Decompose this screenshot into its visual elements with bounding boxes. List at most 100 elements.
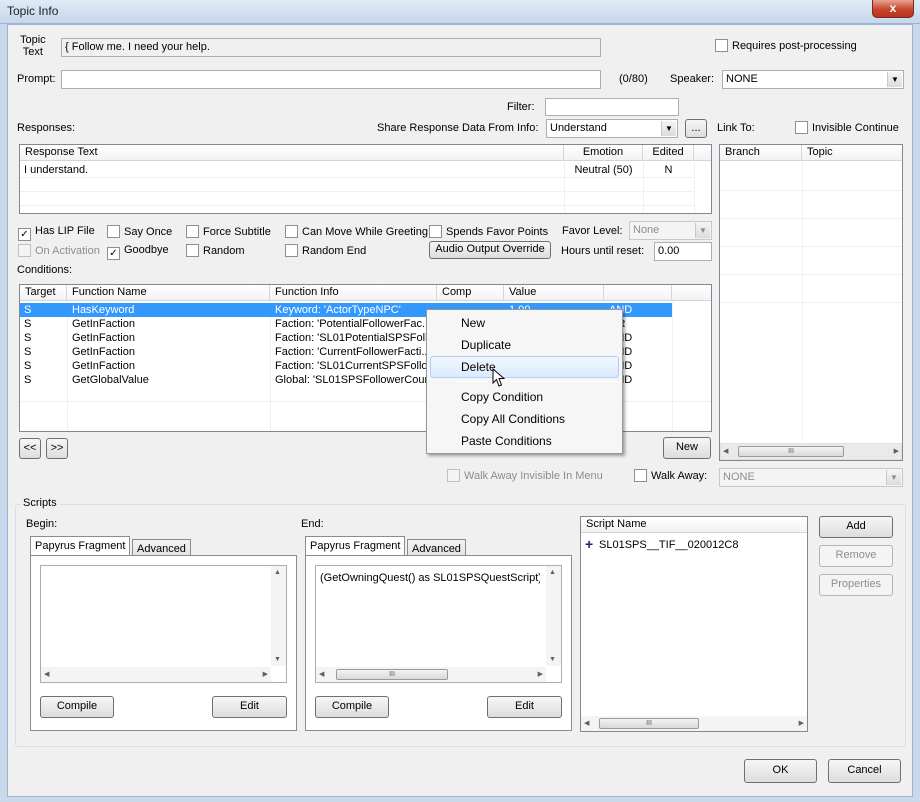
table-row[interactable]: I understand. Neutral (50) N — [20, 163, 694, 177]
tab-begin-papyrus-fragment[interactable]: Papyrus Fragment — [30, 536, 131, 556]
scrollbar-thumb[interactable]: III — [599, 718, 699, 729]
checkbox-box — [285, 225, 298, 238]
force-subtitle-checkbox[interactable]: Force Subtitle — [186, 225, 271, 238]
begin-compile-button[interactable]: Compile — [40, 696, 114, 718]
column-header-operator[interactable] — [604, 285, 672, 301]
tab-begin-advanced[interactable]: Advanced — [132, 539, 191, 556]
move-condition-up-button[interactable]: << — [19, 438, 41, 459]
end-code-editor[interactable]: (GetOwningQuest() as SL01SPSQuestScript)… — [315, 565, 562, 683]
move-condition-down-button[interactable]: >> — [46, 438, 68, 459]
end-compile-button[interactable]: Compile — [315, 696, 389, 718]
walk-away-dropdown[interactable]: NONE ▼ — [719, 468, 903, 487]
plus-icon[interactable]: + — [585, 537, 593, 551]
grid-line — [564, 162, 565, 213]
ok-button[interactable]: OK — [744, 759, 817, 783]
scroll-right-icon[interactable]: ▶ — [263, 670, 268, 678]
function-info-cell: Faction: 'CurrentFollowerFacti... — [275, 346, 431, 358]
new-condition-button[interactable]: New — [663, 437, 711, 459]
menu-item-delete[interactable]: Delete — [430, 356, 619, 378]
cancel-button[interactable]: Cancel — [828, 759, 901, 783]
random-checkbox[interactable]: Random — [186, 244, 245, 257]
script-name-list[interactable]: Script Name + SL01SPS__TIF__020012C8 ◀ I… — [580, 516, 808, 732]
hours-until-reset-label: Hours until reset: — [561, 245, 645, 257]
menu-item-copy-all-conditions[interactable]: Copy All Conditions — [430, 408, 619, 430]
goodbye-checkbox[interactable]: ✓ Goodbye — [107, 244, 169, 260]
column-header-edited[interactable]: Edited — [643, 145, 694, 161]
horizontal-scrollbar[interactable]: ◀ ▶ — [41, 667, 271, 682]
menu-item-duplicate[interactable]: Duplicate — [430, 334, 619, 356]
script-list-horizontal-scrollbar[interactable]: ◀ III ▶ — [581, 716, 807, 731]
column-header-topic[interactable]: Topic — [802, 145, 902, 161]
function-info-cell: Global: 'SL01SPSFollowerCount' — [275, 374, 435, 386]
scrollbar-thumb[interactable]: III — [336, 669, 448, 680]
prompt-input[interactable] — [61, 70, 601, 89]
begin-edit-button[interactable]: Edit — [212, 696, 287, 718]
column-header-target[interactable]: Target — [20, 285, 67, 301]
column-header-script-name[interactable]: Script Name — [581, 517, 807, 533]
begin-label: Begin: — [26, 518, 58, 530]
scrollbar-thumb[interactable]: III — [738, 446, 844, 457]
title-bar[interactable]: Topic Info x — [0, 0, 920, 24]
audio-output-override-button[interactable]: Audio Output Override — [429, 241, 551, 259]
scroll-down-icon[interactable]: ▼ — [274, 656, 281, 663]
link-to-horizontal-scrollbar[interactable]: ◀ III ▶ — [720, 443, 902, 460]
column-header-emotion[interactable]: Emotion — [564, 145, 643, 161]
column-header-function-info[interactable]: Function Info — [270, 285, 437, 301]
scripts-group-label: Scripts — [20, 497, 60, 509]
column-header-function-name[interactable]: Function Name — [67, 285, 270, 301]
menu-item-paste-conditions[interactable]: Paste Conditions — [430, 430, 619, 452]
favor-level-label: Favor Level: — [562, 225, 623, 237]
walk-away-checkbox[interactable]: Walk Away: — [634, 469, 707, 482]
list-item[interactable]: + SL01SPS__TIF__020012C8 — [585, 537, 785, 552]
menu-item-new[interactable]: New — [430, 312, 619, 334]
requires-post-processing-checkbox[interactable]: Requires post-processing — [715, 39, 857, 52]
scroll-left-icon[interactable]: ◀ — [723, 447, 728, 455]
prompt-char-count: (0/80) — [619, 73, 648, 85]
vertical-scrollbar[interactable]: ▲ ▼ — [271, 566, 286, 666]
script-properties-button[interactable]: Properties — [819, 574, 893, 596]
scroll-right-icon[interactable]: ▶ — [894, 447, 899, 455]
can-move-while-greeting-checkbox[interactable]: Can Move While Greeting — [285, 225, 428, 238]
link-to-list[interactable]: Branch Topic ◀ III ▶ — [719, 144, 903, 461]
column-header-comp[interactable]: Comp — [437, 285, 504, 301]
speaker-dropdown[interactable]: NONE ▼ — [722, 70, 904, 89]
favor-level-dropdown[interactable]: None ▼ — [629, 221, 712, 240]
scroll-left-icon[interactable]: ◀ — [44, 670, 49, 678]
topic-text-field[interactable]: { Follow me. I need your help. — [61, 38, 601, 57]
share-response-dropdown[interactable]: Understand ▼ — [546, 119, 678, 138]
tab-end-advanced[interactable]: Advanced — [407, 539, 466, 556]
scroll-right-icon[interactable]: ▶ — [538, 670, 543, 678]
close-button[interactable]: x — [872, 0, 914, 18]
menu-item-copy-condition[interactable]: Copy Condition — [430, 386, 619, 408]
on-activation-checkbox[interactable]: On Activation — [18, 244, 100, 257]
spends-favor-points-checkbox[interactable]: Spends Favor Points — [429, 225, 548, 238]
end-edit-button[interactable]: Edit — [487, 696, 562, 718]
scroll-up-icon[interactable]: ▲ — [274, 569, 281, 576]
column-header-value[interactable]: Value — [504, 285, 604, 301]
hours-until-reset-input[interactable]: 0.00 — [654, 242, 712, 261]
target-cell: S — [24, 360, 32, 372]
scroll-up-icon[interactable]: ▲ — [549, 569, 556, 576]
column-header-response-text[interactable]: Response Text — [20, 145, 564, 161]
remove-script-button[interactable]: Remove — [819, 545, 893, 567]
responses-list[interactable]: Response Text Emotion Edited I understan… — [19, 144, 712, 214]
say-once-checkbox[interactable]: Say Once — [107, 225, 172, 238]
tab-end-papyrus-fragment[interactable]: Papyrus Fragment — [305, 536, 406, 556]
vertical-scrollbar[interactable]: ▲ ▼ — [546, 566, 561, 666]
walk-away-invisible-checkbox[interactable]: Walk Away Invisible In Menu — [447, 469, 603, 482]
horizontal-scrollbar[interactable]: ◀ III ▶ — [316, 667, 546, 682]
random-end-checkbox[interactable]: Random End — [285, 244, 366, 257]
invisible-continue-checkbox[interactable]: Invisible Continue — [795, 121, 899, 134]
add-script-button[interactable]: Add — [819, 516, 893, 538]
scroll-down-icon[interactable]: ▼ — [549, 656, 556, 663]
scroll-right-icon[interactable]: ▶ — [799, 719, 804, 727]
function-name-cell: GetGlobalValue — [72, 374, 149, 386]
scroll-left-icon[interactable]: ◀ — [584, 719, 589, 727]
filter-input[interactable] — [545, 98, 679, 116]
checkbox-box — [186, 244, 199, 257]
begin-code-editor[interactable]: ▲ ▼ ◀ ▶ — [40, 565, 287, 683]
scroll-left-icon[interactable]: ◀ — [319, 670, 324, 678]
has-lip-file-checkbox[interactable]: ✓ Has LIP File — [18, 225, 95, 241]
share-response-browse-button[interactable]: ... — [685, 119, 707, 138]
column-header-branch[interactable]: Branch — [720, 145, 802, 161]
